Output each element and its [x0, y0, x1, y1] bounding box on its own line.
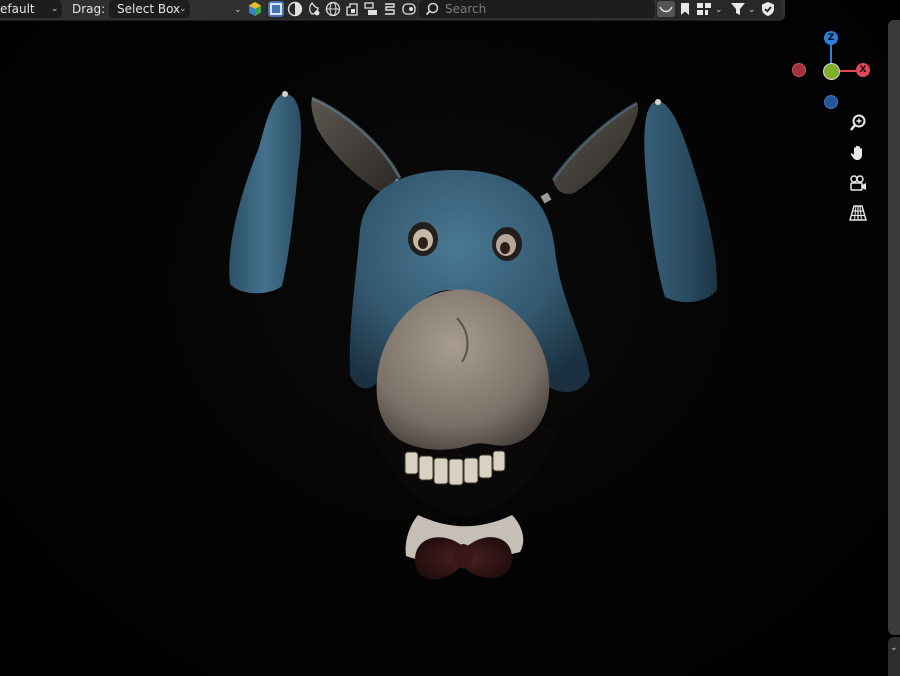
search-icon	[425, 2, 439, 16]
3d-viewport[interactable]: Z X ⌄	[0, 0, 900, 676]
sidebar-collapse-region[interactable]	[888, 20, 900, 635]
pan-button[interactable]	[845, 140, 871, 166]
object-type-icon	[249, 2, 261, 16]
gizmo-z-label: Z	[827, 33, 835, 43]
gizmo-y-axis[interactable]	[823, 63, 840, 80]
hide-toggle-button[interactable]	[657, 1, 675, 17]
rendered-shading-button[interactable]	[325, 1, 341, 17]
sphere-icon	[287, 1, 303, 17]
perspective-toggle-button[interactable]	[845, 200, 871, 226]
drag-label: Drag:	[72, 2, 106, 16]
chevron-down-icon[interactable]: ⌄	[234, 5, 242, 15]
list-icon	[385, 3, 395, 15]
restrict-button[interactable]	[760, 1, 776, 17]
zoom-button[interactable]	[845, 110, 871, 136]
shield-icon	[762, 2, 774, 16]
chevron-down-icon: ⌄	[51, 4, 59, 14]
orientation-value: efault	[0, 2, 35, 16]
gizmo-neg-x-axis[interactable]	[792, 63, 806, 77]
object-data-icon	[346, 3, 358, 16]
paint-icon	[309, 1, 320, 16]
material-preview-button[interactable]	[306, 1, 322, 17]
bookmark-button[interactable]	[677, 1, 693, 17]
list-button[interactable]	[382, 1, 398, 17]
object-data-button[interactable]	[344, 1, 360, 17]
drag-select-dropdown[interactable]: Select Box ⌄	[109, 0, 190, 18]
chevron-down-icon[interactable]: ⌄	[748, 5, 756, 15]
gizmo-x-label: X	[859, 65, 867, 75]
rendered-character-head[interactable]	[0, 0, 900, 676]
grid-perspective-icon	[849, 205, 867, 221]
search-input[interactable]: Search	[419, 0, 655, 18]
bookmark-icon	[681, 3, 689, 15]
chevron-down-icon[interactable]: ⌄	[715, 5, 723, 15]
gizmo-z-axis[interactable]: Z	[824, 31, 838, 45]
image-button[interactable]	[401, 1, 417, 17]
shading-toolbar	[266, 0, 418, 19]
gizmo-x-axis[interactable]: X	[856, 63, 870, 77]
select-box-button[interactable]	[268, 1, 284, 17]
filter-icon	[731, 3, 745, 15]
camera-icon	[850, 175, 866, 191]
drag-select-value: Select Box	[117, 2, 181, 16]
search-placeholder: Search	[445, 2, 487, 16]
viewport-header: efault ⌄ Drag: Select Box ⌄ ⌄ Search ⌄ ⌄	[0, 0, 785, 21]
solid-shading-button[interactable]	[287, 1, 303, 17]
hierarchy-icon	[697, 3, 711, 15]
chevron-down-icon: ⌄	[890, 643, 898, 653]
hierarchy-button[interactable]	[696, 1, 712, 17]
select-box-icon	[270, 3, 282, 15]
orientation-dropdown[interactable]: efault ⌄	[0, 0, 62, 18]
sidebar-toggle-tab[interactable]: ⌄	[888, 637, 900, 676]
zoom-icon	[850, 114, 866, 131]
world-icon	[325, 1, 341, 17]
camera-view-button[interactable]	[845, 170, 871, 196]
layers-icon	[364, 2, 377, 15]
chevron-down-icon: ⌄	[179, 4, 187, 14]
hide-icon	[659, 6, 673, 13]
layers-button[interactable]	[363, 1, 379, 17]
hand-pan-icon	[850, 145, 862, 160]
image-icon	[402, 3, 416, 15]
filter-button[interactable]	[730, 1, 746, 17]
filter-toolbar: ⌄ ⌄	[656, 0, 782, 19]
object-type-visibility-button[interactable]	[247, 1, 263, 17]
gizmo-neg-z-axis[interactable]	[824, 95, 838, 109]
